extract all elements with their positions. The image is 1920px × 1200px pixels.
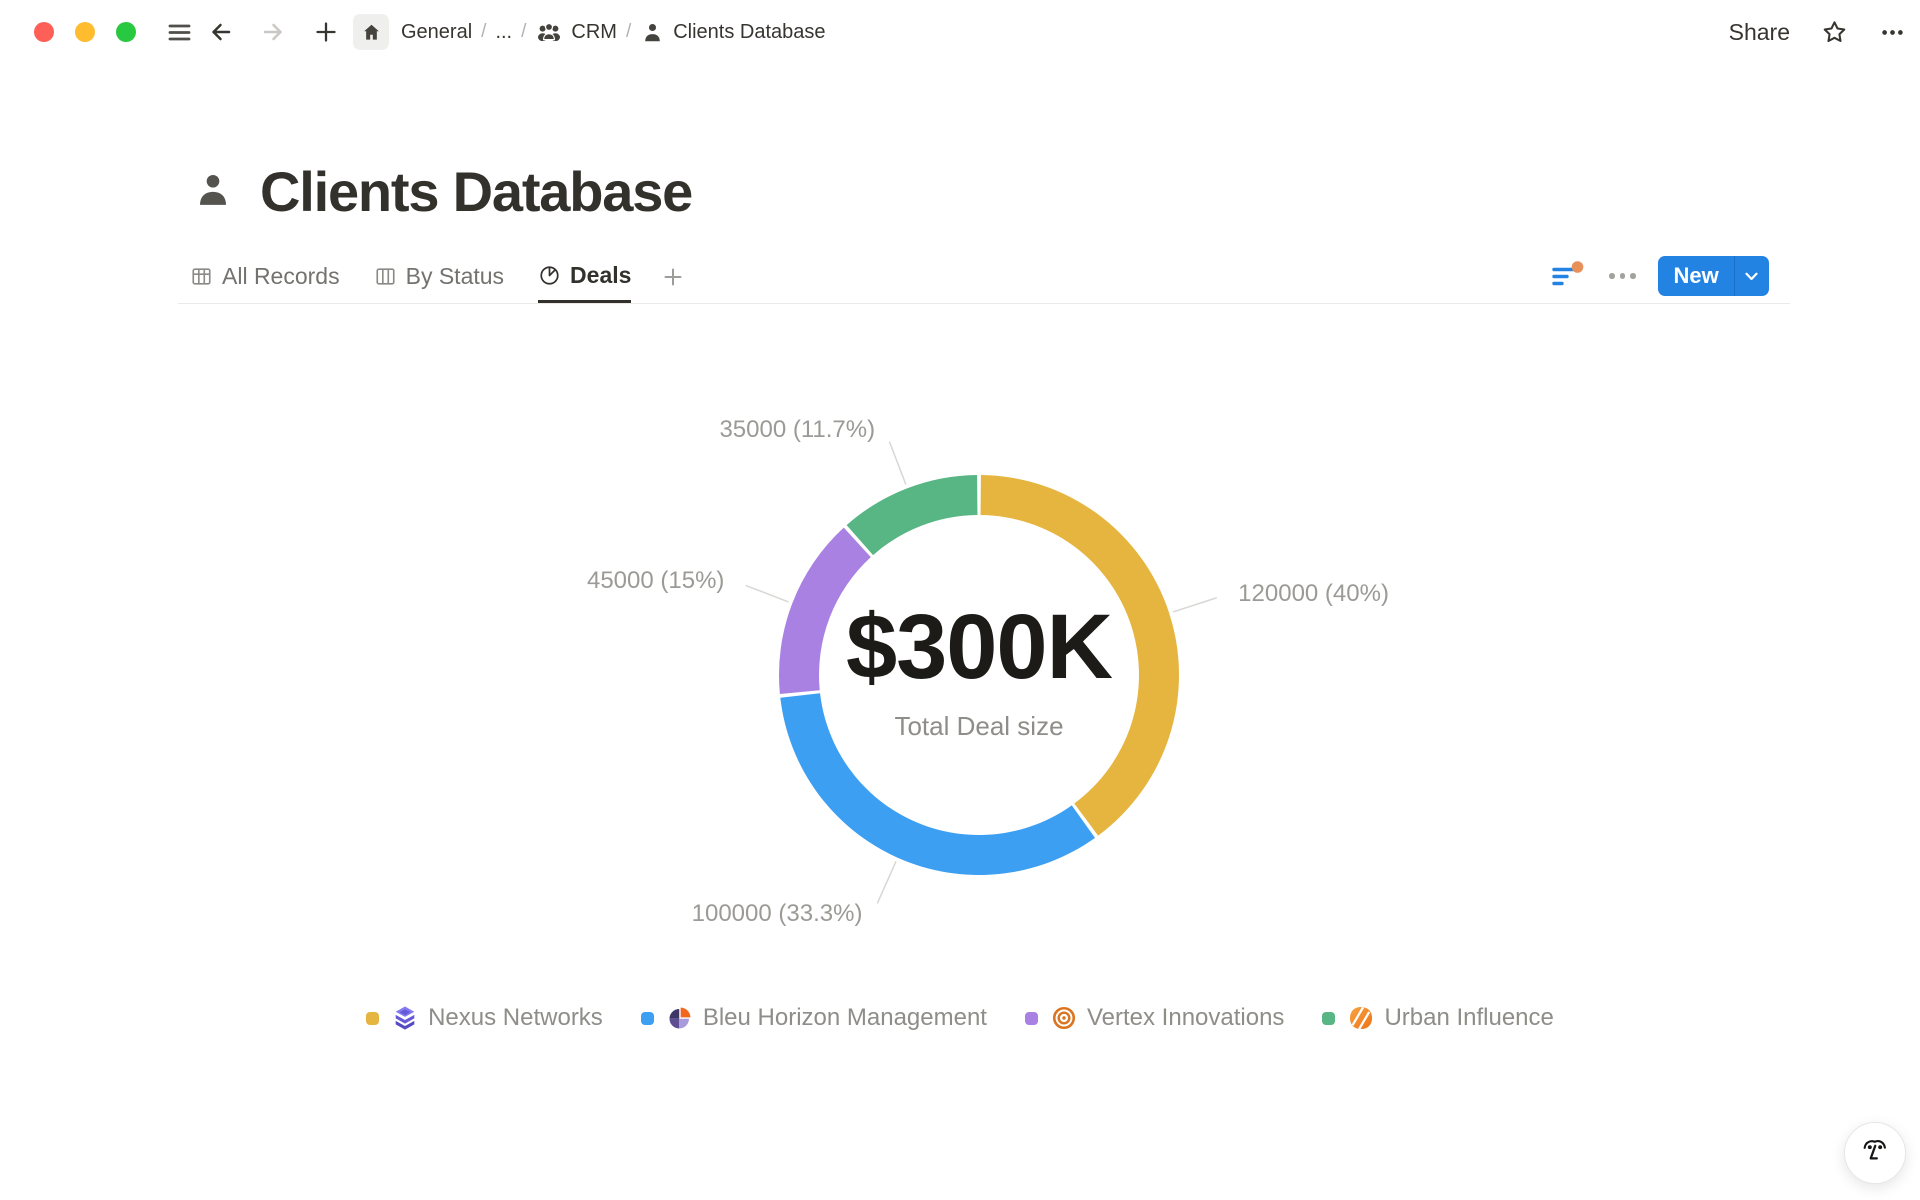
legend-color-swatch [1025, 1012, 1038, 1025]
donut-segment-urban-influence[interactable] [847, 475, 978, 555]
legend-company-name: Urban Influence [1384, 1004, 1553, 1032]
view-tabs: All Records By Status Deals [190, 250, 685, 303]
filter-sort-button[interactable] [1551, 260, 1587, 292]
notion-face-icon [1857, 1133, 1893, 1174]
donut-value-label-bleu-horizon-management: 100000 (33.3%) [692, 899, 863, 929]
legend-item-nexus-networks[interactable]: Nexus Networks [366, 1004, 603, 1032]
breadcrumb-item-crm[interactable]: CRM [535, 20, 617, 44]
new-record-main-button[interactable]: New [1658, 256, 1734, 296]
donut-value-label-urban-influence: 35000 (11.7%) [719, 415, 875, 445]
breadcrumb-label: General [401, 21, 472, 44]
home-button[interactable] [353, 14, 389, 50]
new-tab-plus-icon[interactable] [313, 19, 339, 45]
board-icon [374, 265, 397, 288]
tab-by-status[interactable]: By Status [374, 250, 504, 303]
forward-arrow-icon[interactable] [259, 18, 287, 46]
more-options-icon[interactable] [1879, 19, 1906, 46]
back-arrow-icon[interactable] [207, 18, 235, 46]
donut-segment-nexus-networks[interactable] [981, 475, 1179, 836]
quadrant-circle-logo [667, 1005, 693, 1031]
tab-label: Deals [570, 262, 631, 289]
breadcrumb-item-general[interactable]: General [401, 21, 472, 44]
minimize-window-button[interactable] [75, 22, 95, 42]
page-title[interactable]: Clients Database [260, 160, 692, 224]
breadcrumb: General /... / CRM / Clients Database [401, 20, 826, 45]
legend-company-name: Nexus Networks [428, 1004, 603, 1032]
tab-label: By Status [406, 263, 504, 290]
new-record-button: New [1658, 256, 1769, 296]
label-leader-line [889, 442, 905, 485]
deals-donut-chart: $300K Total Deal size 120000 (40%)100000… [379, 375, 1579, 975]
breadcrumb-label: CRM [571, 21, 617, 44]
share-button[interactable]: Share [1729, 19, 1790, 46]
legend-item-bleu-horizon-management[interactable]: Bleu Horizon Management [641, 1004, 987, 1032]
donut-value-label-nexus-networks: 120000 (40%) [1238, 579, 1389, 609]
tab-all-records[interactable]: All Records [190, 250, 340, 303]
new-record-chevron-down-icon[interactable] [1735, 256, 1769, 296]
donut-value-label-vertex-innovations: 45000 (15%) [587, 566, 724, 596]
chart-legend: Nexus Networks Bleu Horizon Management Ver… [0, 1004, 1920, 1032]
notion-ai-button[interactable] [1844, 1122, 1906, 1184]
legend-color-swatch [366, 1012, 379, 1025]
people-icon [535, 20, 563, 44]
legend-item-urban-influence[interactable]: Urban Influence [1322, 1004, 1553, 1032]
legend-color-swatch [1322, 1012, 1335, 1025]
close-window-button[interactable] [34, 22, 54, 42]
active-filter-indicator-dot [1572, 261, 1584, 273]
target-rings-logo [1051, 1005, 1077, 1031]
legend-company-name: Vertex Innovations [1087, 1004, 1284, 1032]
breadcrumb-item-clients-database[interactable]: Clients Database [640, 20, 825, 45]
breadcrumb-separator: / [521, 21, 526, 43]
window-controls [34, 22, 136, 42]
donut-segment-vertex-innovations[interactable] [779, 528, 871, 694]
striped-blob-logo [1348, 1005, 1374, 1031]
zoom-window-button[interactable] [116, 22, 136, 42]
breadcrumb-separator: / [626, 21, 631, 43]
table-icon [190, 265, 213, 288]
sidebar-menu-icon[interactable] [166, 19, 193, 46]
label-leader-line [877, 861, 896, 903]
pie-chart-icon [538, 264, 561, 287]
donut-segment-bleu-horizon-management[interactable] [780, 693, 1095, 875]
label-leader-line [746, 585, 789, 601]
tab-label: All Records [222, 263, 340, 290]
add-view-plus-icon[interactable] [661, 265, 685, 289]
window-titlebar: General /... / CRM / Clients Database Share [0, 0, 1920, 64]
tab-deals[interactable]: Deals [538, 250, 631, 303]
view-options-icon[interactable] [1609, 273, 1636, 279]
breadcrumb-label: ... [495, 21, 512, 44]
nexus-stack-logo [392, 1005, 418, 1031]
person-icon [640, 20, 665, 45]
page-person-icon [192, 169, 234, 216]
legend-company-name: Bleu Horizon Management [703, 1004, 987, 1032]
breadcrumb-label: Clients Database [673, 21, 825, 44]
breadcrumb-item-ellipsis[interactable]: ... [495, 21, 512, 44]
label-leader-line [1173, 598, 1217, 612]
legend-item-vertex-innovations[interactable]: Vertex Innovations [1025, 1004, 1284, 1032]
favorite-star-icon[interactable] [1820, 18, 1849, 47]
breadcrumb-separator: / [481, 21, 486, 43]
legend-color-swatch [641, 1012, 654, 1025]
tabs-divider [178, 303, 1790, 304]
